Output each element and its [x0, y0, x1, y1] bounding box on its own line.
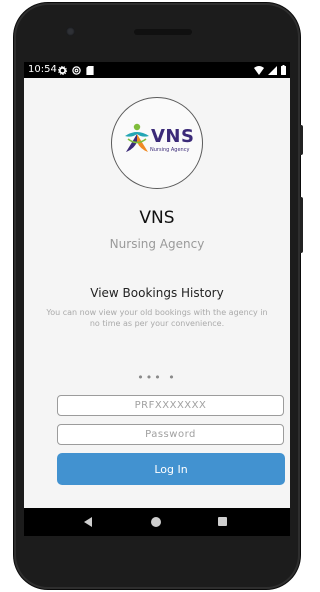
status-bar: 10:54 — [24, 62, 290, 78]
status-icons-left — [58, 65, 94, 75]
sd-card-icon — [86, 65, 94, 75]
earpiece-speaker — [134, 29, 192, 35]
password-input[interactable] — [57, 424, 284, 445]
logo-brand-text: VNS — [151, 126, 195, 147]
power-button — [300, 197, 303, 253]
signal-icon — [268, 65, 277, 75]
feature-description: You can now view your old bookings with … — [46, 308, 268, 328]
android-nav-bar — [24, 508, 290, 536]
caregiver-figure-icon — [125, 123, 149, 152]
app-title: VNS — [139, 208, 175, 228]
recent-apps-icon[interactable] — [218, 517, 227, 526]
phone-frame: 10:54 VNS Nursing Agency VNS Nursing Age… — [14, 3, 303, 589]
username-input[interactable] — [57, 395, 284, 416]
gear-icon — [58, 65, 67, 75]
login-button[interactable]: Log In — [57, 453, 285, 485]
status-time: 10:54 — [28, 64, 57, 75]
app-screen: 10:54 VNS Nursing Agency VNS Nursing Age… — [24, 62, 290, 536]
app-logo: VNS Nursing Agency — [111, 97, 203, 189]
volume-button — [300, 125, 303, 155]
wifi-icon — [254, 65, 264, 75]
battery-icon — [281, 65, 286, 75]
feature-title: View Bookings History — [90, 286, 224, 300]
home-icon[interactable] — [151, 517, 161, 527]
carousel-indicator[interactable]: ••• • — [24, 371, 290, 384]
logo-tagline: Nursing Agency — [150, 147, 190, 153]
app-subtitle: Nursing Agency — [109, 237, 205, 251]
back-icon[interactable] — [84, 517, 92, 527]
at-sign-icon — [72, 65, 81, 75]
front-camera — [66, 27, 75, 36]
status-icons-right — [254, 65, 286, 75]
